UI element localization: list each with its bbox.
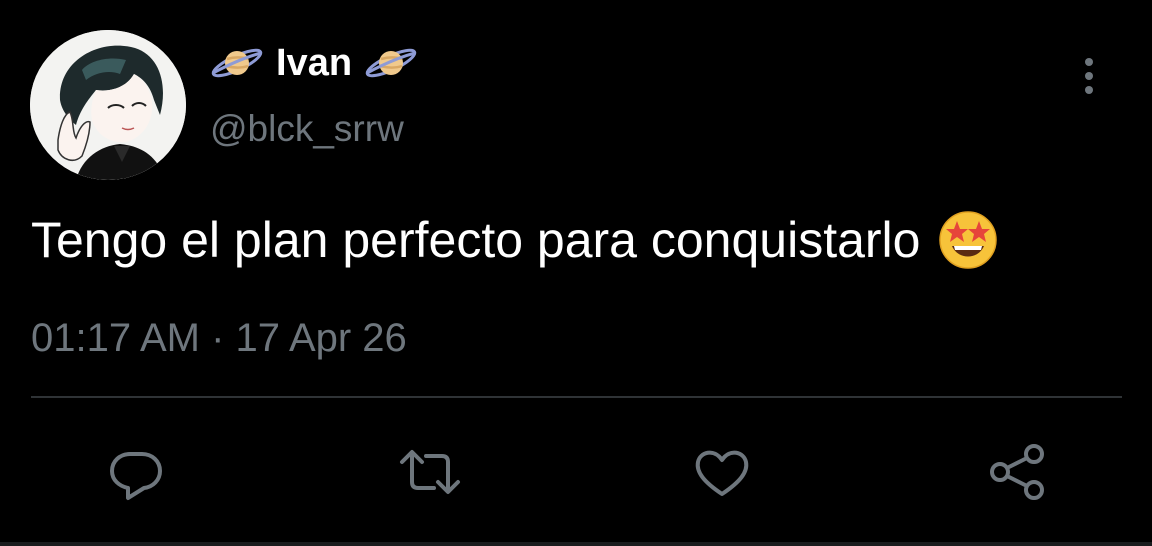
ringed-planet-icon: [210, 43, 264, 83]
avatar[interactable]: [30, 30, 186, 180]
user-handle[interactable]: @blck_srrw: [210, 108, 404, 150]
share-icon[interactable]: [986, 440, 1050, 504]
tweet-text: Tengo el plan perfecto para conquistarlo: [31, 210, 998, 270]
tweet-detail: Ivan @blck_srrw Tengo el plan perfecto p…: [0, 0, 1152, 546]
retweet-icon[interactable]: [398, 440, 462, 504]
bottom-divider: [0, 542, 1152, 546]
divider: [31, 396, 1122, 398]
tweet-text-content: Tengo el plan perfecto para conquistarlo: [31, 212, 921, 268]
display-name[interactable]: Ivan: [276, 42, 352, 85]
star-struck-emoji-icon: [938, 210, 998, 270]
like-icon[interactable]: [690, 440, 754, 504]
more-vertical-icon[interactable]: [1076, 56, 1102, 96]
name-row: Ivan: [210, 40, 418, 86]
reply-icon[interactable]: [104, 440, 168, 504]
ringed-planet-icon: [364, 43, 418, 83]
tweet-timestamp[interactable]: 01:17 AM · 17 Apr 26: [31, 316, 407, 361]
